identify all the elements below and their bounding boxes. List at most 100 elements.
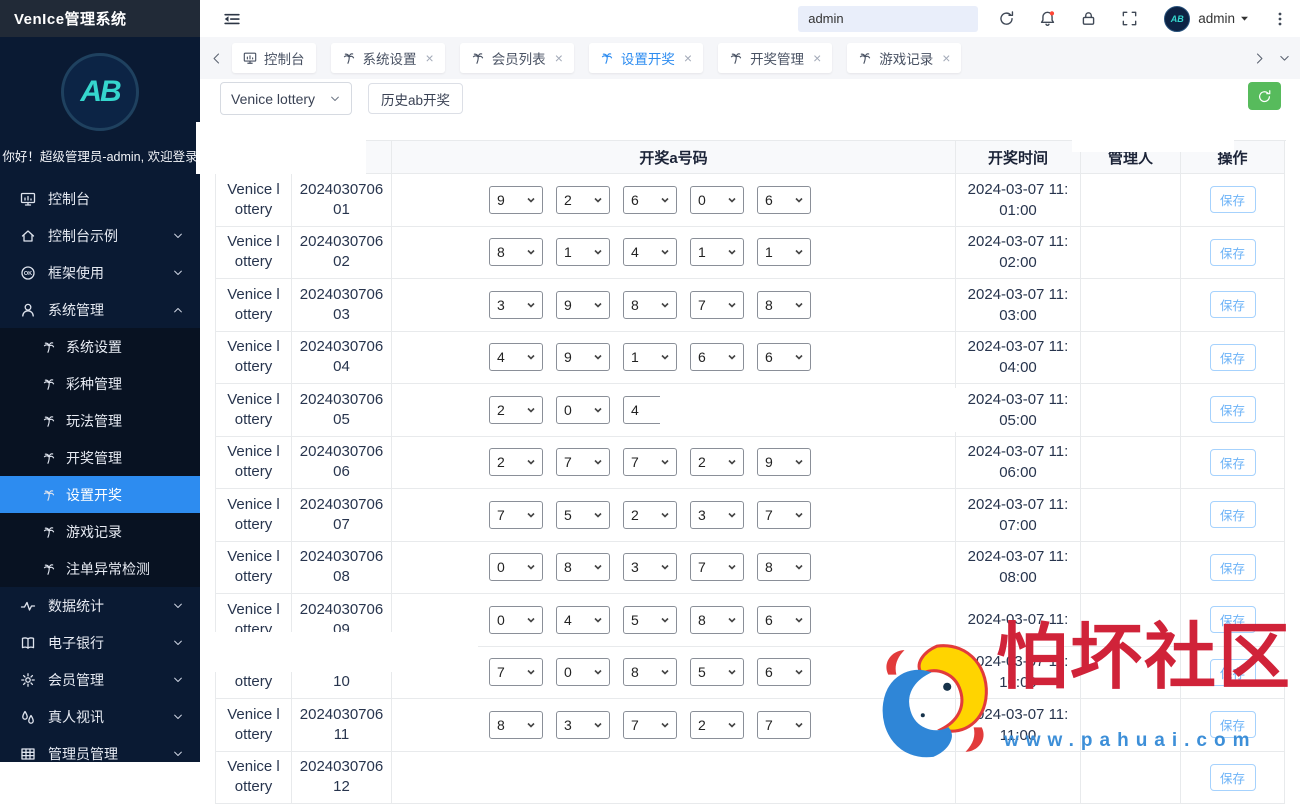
tab[interactable]: 会员列表 × [460, 43, 574, 73]
save-button[interactable]: 保存 [1210, 606, 1256, 633]
number-select[interactable]: 0 [556, 396, 610, 424]
table-refresh-button[interactable] [1248, 82, 1281, 110]
number-select[interactable]: 2 [556, 186, 610, 214]
sidebar-subitem[interactable]: 彩种管理 [0, 365, 200, 402]
number-select[interactable]: 9 [489, 186, 543, 214]
collapse-menu-icon[interactable] [222, 9, 242, 29]
number-select[interactable]: 6 [757, 343, 811, 371]
close-icon[interactable]: × [684, 51, 692, 65]
number-select[interactable]: 5 [623, 606, 677, 634]
tab[interactable]: 控制台 [232, 43, 316, 73]
tab-list-toggle-icon[interactable] [1278, 52, 1291, 65]
close-icon[interactable]: × [426, 51, 434, 65]
number-select[interactable]: 5 [556, 501, 610, 529]
number-select[interactable]: 7 [623, 711, 677, 739]
tab[interactable]: 系统设置 × [331, 43, 445, 73]
search-input[interactable] [798, 6, 978, 32]
close-icon[interactable]: × [813, 51, 821, 65]
save-button[interactable]: 保存 [1210, 554, 1256, 581]
notification-bell-icon[interactable] [1039, 10, 1056, 27]
sidebar-item[interactable]: 会员管理 [0, 661, 200, 698]
number-select[interactable]: 2 [690, 448, 744, 476]
user-menu-label[interactable]: admin [1198, 11, 1235, 26]
number-select[interactable]: 9 [757, 448, 811, 476]
sidebar-item[interactable]: 真人视讯 [0, 698, 200, 735]
number-select[interactable]: 1 [556, 238, 610, 266]
number-select[interactable]: 0 [489, 606, 543, 634]
tab-scroll-left-icon[interactable] [210, 52, 223, 65]
number-select[interactable]: 7 [489, 658, 543, 686]
number-select[interactable]: 3 [690, 501, 744, 529]
sidebar-item[interactable]: 系统管理 [0, 291, 200, 328]
number-select[interactable]: 9 [556, 343, 610, 371]
number-select[interactable]: 2 [489, 448, 543, 476]
refresh-icon[interactable] [998, 10, 1015, 27]
save-button[interactable]: 保存 [1210, 764, 1256, 791]
sidebar-item[interactable]: 控制台示例 [0, 217, 200, 254]
avatar[interactable]: AB [1164, 6, 1190, 32]
number-select[interactable]: 8 [623, 658, 677, 686]
close-icon[interactable]: × [942, 51, 950, 65]
number-select[interactable]: 6 [690, 343, 744, 371]
save-button[interactable]: 保存 [1210, 186, 1256, 213]
number-select[interactable]: 8 [623, 291, 677, 319]
sidebar-item[interactable]: 管理员管理 [0, 735, 200, 762]
number-select[interactable]: 8 [489, 238, 543, 266]
tab[interactable]: 游戏记录 × [847, 43, 961, 73]
number-select[interactable]: 2 [489, 396, 543, 424]
number-select[interactable]: 8 [690, 606, 744, 634]
number-select[interactable]: 0 [556, 658, 610, 686]
save-button[interactable]: 保存 [1210, 291, 1256, 318]
number-select[interactable]: 1 [757, 238, 811, 266]
save-button[interactable]: 保存 [1210, 239, 1256, 266]
number-select[interactable]: 3 [623, 553, 677, 581]
caret-down-icon[interactable] [1239, 13, 1250, 24]
save-button[interactable]: 保存 [1210, 659, 1256, 686]
history-ab-button[interactable]: 历史ab开奖 [368, 83, 463, 114]
save-button[interactable]: 保存 [1210, 501, 1256, 528]
sidebar-subitem[interactable]: 开奖管理 [0, 439, 200, 476]
number-select[interactable]: 7 [757, 711, 811, 739]
number-select[interactable]: 3 [556, 711, 610, 739]
number-select[interactable]: 7 [556, 448, 610, 476]
number-select[interactable]: 8 [757, 291, 811, 319]
save-button[interactable]: 保存 [1210, 396, 1256, 423]
number-select[interactable]: 0 [489, 553, 543, 581]
number-select[interactable]: 7 [623, 448, 677, 476]
number-select[interactable]: 8 [489, 711, 543, 739]
number-select[interactable]: 1 [690, 238, 744, 266]
number-select[interactable]: 6 [623, 186, 677, 214]
number-select[interactable]: 7 [489, 501, 543, 529]
number-select[interactable]: 6 [757, 186, 811, 214]
number-select[interactable]: 2 [690, 711, 744, 739]
tab[interactable]: 设置开奖 × [589, 43, 703, 73]
save-button[interactable]: 保存 [1210, 344, 1256, 371]
number-select[interactable]: 4 [489, 343, 543, 371]
sidebar-item[interactable]: 电子银行 [0, 624, 200, 661]
number-select[interactable]: 7 [690, 553, 744, 581]
number-select[interactable]: 8 [757, 553, 811, 581]
number-select[interactable]: 1 [623, 343, 677, 371]
sidebar-item[interactable]: OK 框架使用 [0, 254, 200, 291]
number-select[interactable]: 9 [556, 291, 610, 319]
sidebar-item[interactable]: 数据统计 [0, 587, 200, 624]
save-button[interactable]: 保存 [1210, 449, 1256, 476]
sidebar-subitem[interactable]: 设置开奖 [0, 476, 200, 513]
number-select[interactable]: 3 [489, 291, 543, 319]
number-select[interactable]: 4 [623, 238, 677, 266]
save-button[interactable]: 保存 [1210, 711, 1256, 738]
close-icon[interactable]: × [555, 51, 563, 65]
number-select[interactable]: 6 [757, 658, 811, 686]
number-select[interactable]: 7 [757, 501, 811, 529]
number-select[interactable]: 4 [556, 606, 610, 634]
number-select[interactable]: 2 [623, 501, 677, 529]
sidebar-item[interactable]: 控制台 [0, 180, 200, 217]
number-select[interactable]: 6 [757, 606, 811, 634]
number-select[interactable]: 8 [556, 553, 610, 581]
number-select[interactable]: 0 [690, 186, 744, 214]
fullscreen-icon[interactable] [1121, 10, 1138, 27]
kebab-menu-icon[interactable] [1272, 11, 1288, 27]
sidebar-subitem[interactable]: 玩法管理 [0, 402, 200, 439]
tab[interactable]: 开奖管理 × [718, 43, 832, 73]
sidebar-subitem[interactable]: 系统设置 [0, 328, 200, 365]
